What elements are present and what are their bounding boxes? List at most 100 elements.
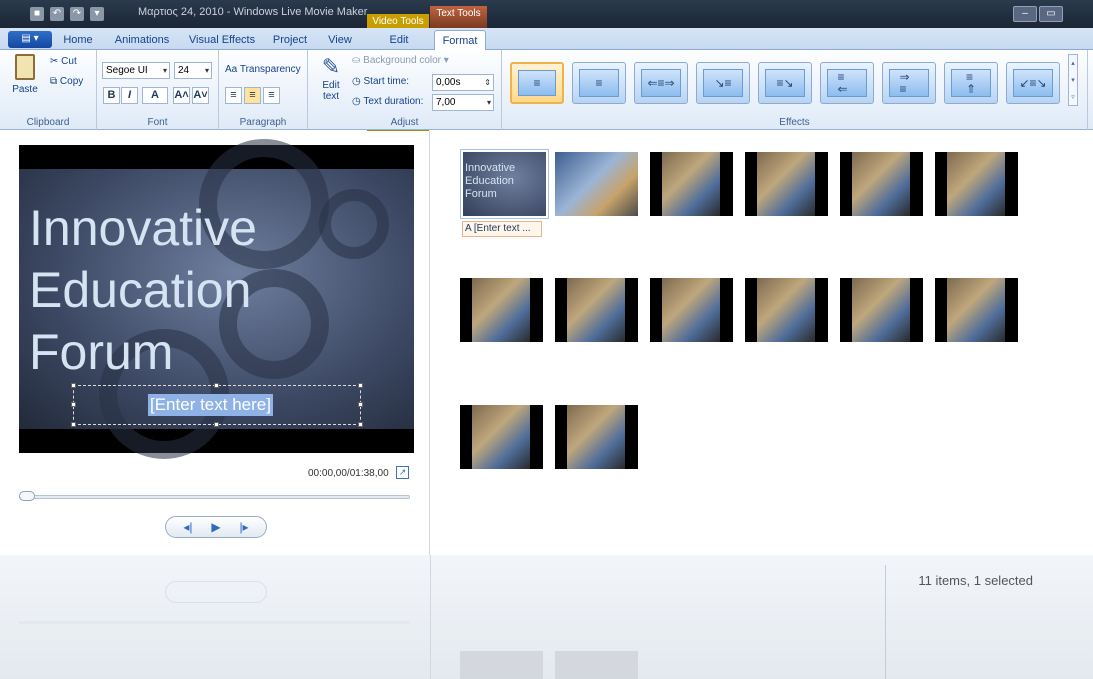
align-left-button[interactable]: ≡ xyxy=(225,87,242,104)
clipboard-group: Paste ✂ Cut ⧉ Copy Clipboard xyxy=(0,50,97,130)
clip-thumbnail[interactable] xyxy=(935,152,1018,216)
clip-thumbnail[interactable] xyxy=(650,152,733,216)
clip-image xyxy=(662,152,720,216)
paste-button[interactable]: Paste xyxy=(8,54,42,95)
redo-icon[interactable]: ↷ xyxy=(70,7,84,21)
text-duration-label-wrap: ◷ Text duration: xyxy=(352,96,423,107)
text-lines-icon: ≡ xyxy=(595,76,603,90)
effect-scroll-up[interactable]: ≡ ⇑ xyxy=(944,62,998,104)
swing-icon: ≡↘ xyxy=(776,76,794,90)
clip-thumbnail[interactable] xyxy=(745,152,828,216)
font-size-select[interactable]: 24 ▾ xyxy=(174,62,212,79)
clip-thumbnail[interactable] xyxy=(650,278,733,342)
clipboard-group-label: Clipboard xyxy=(26,117,70,128)
text-overlay-caption[interactable]: A [Enter text ... xyxy=(462,221,542,237)
paragraph-group-label: Paragraph xyxy=(239,117,287,128)
mirrored-seek xyxy=(19,621,410,624)
effect-stretch[interactable]: ⇐≡⇒ xyxy=(634,62,688,104)
clip-thumbnail[interactable]: Innovative Education Forum xyxy=(460,149,549,219)
clip-thumbnail-text: Innovative Education Forum xyxy=(465,162,516,200)
resize-handle[interactable] xyxy=(214,422,219,427)
font-color-button[interactable]: A xyxy=(142,87,168,104)
effect-scroll-right[interactable]: ⇒ ≡ xyxy=(882,62,936,104)
customize-icon[interactable]: ▾ xyxy=(90,7,104,21)
font-family-select[interactable]: Segoe UI ▾ xyxy=(102,62,170,79)
align-right-button[interactable]: ≡ xyxy=(263,87,280,104)
mirrored-controls xyxy=(165,581,267,603)
text-box-selection[interactable]: [Enter text here] xyxy=(71,383,363,427)
shrink-font-button[interactable]: A˅ xyxy=(192,87,209,104)
play-icon[interactable]: ▶ xyxy=(211,520,220,534)
effect-zoom[interactable]: ↙≡↘ xyxy=(1006,62,1060,104)
minimize-icon[interactable]: – xyxy=(1013,6,1037,22)
undo-icon[interactable]: ↶ xyxy=(50,7,64,21)
text-duration-value: 7,00 xyxy=(436,97,456,108)
clip-thumbnail[interactable] xyxy=(840,152,923,216)
align-right-icon: ≡ xyxy=(268,89,275,101)
effect-none[interactable]: ≡ xyxy=(510,62,564,104)
seek-bar[interactable] xyxy=(19,495,410,499)
app-menu-button[interactable]: ▤ ▾ xyxy=(8,31,52,48)
preview-monitor[interactable]: Innovative Education Forum [Enter text h… xyxy=(19,139,414,459)
align-left-icon: ≡ xyxy=(230,89,237,101)
save-icon[interactable]: ■ xyxy=(30,7,44,21)
status-divider xyxy=(885,565,886,679)
clip-image xyxy=(852,152,910,216)
previous-frame-icon[interactable]: ◂| xyxy=(183,520,192,534)
effect-preview: ≡ ⇑ xyxy=(951,69,991,97)
effect-swing[interactable]: ≡↘ xyxy=(758,62,812,104)
resize-handle[interactable] xyxy=(214,383,219,388)
background-color-button[interactable]: ⛀ Background color ▾ xyxy=(352,55,449,66)
clip-thumbnail[interactable] xyxy=(840,278,923,342)
scroll-left-icon: ≡ ⇐ xyxy=(837,70,848,96)
fullscreen-icon[interactable]: ↗ xyxy=(396,466,409,479)
next-frame-icon[interactable]: |▸ xyxy=(239,520,248,534)
tab-animations[interactable]: Animations xyxy=(108,30,176,50)
window-controls: – ▭ xyxy=(1013,6,1063,22)
clip-image xyxy=(947,278,1005,342)
resize-handle[interactable] xyxy=(71,422,76,427)
effect-fade[interactable]: ≡ xyxy=(572,62,626,104)
edit-text-button[interactable]: ✎ Edit text xyxy=(316,54,346,102)
paste-label: Paste xyxy=(12,84,38,95)
clip-thumbnail[interactable] xyxy=(935,278,1018,342)
seek-thumb[interactable] xyxy=(19,491,35,501)
grow-font-button[interactable]: A˄ xyxy=(173,87,190,104)
tab-edit[interactable]: Edit xyxy=(372,30,426,50)
tab-format[interactable]: Format xyxy=(434,30,486,51)
resize-handle[interactable] xyxy=(358,402,363,407)
font-group-label: Font xyxy=(147,117,168,128)
clip-thumbnail[interactable] xyxy=(555,278,638,342)
cut-button[interactable]: ✂ Cut xyxy=(50,56,77,67)
resize-handle[interactable] xyxy=(71,383,76,388)
tab-view[interactable]: View xyxy=(322,30,358,50)
effect-scroll-left[interactable]: ≡ ⇐ xyxy=(820,62,874,104)
effects-scroll[interactable]: ▴ ▾ ▿ xyxy=(1068,54,1078,106)
clip-thumbnail[interactable] xyxy=(555,405,638,469)
text-duration-select[interactable]: 7,00 ▾ xyxy=(432,94,494,111)
clip-thumbnail[interactable] xyxy=(460,278,543,342)
copy-button[interactable]: ⧉ Copy xyxy=(50,76,83,87)
caption-placeholder-text[interactable]: [Enter text here] xyxy=(148,394,273,416)
bold-button[interactable]: B xyxy=(103,87,120,104)
effect-fly-in[interactable]: ↘≡ xyxy=(696,62,750,104)
align-center-button[interactable]: ≡ xyxy=(244,87,261,104)
resize-handle[interactable] xyxy=(358,422,363,427)
italic-button[interactable]: I xyxy=(121,87,138,104)
start-time-label: Start time: xyxy=(363,76,410,87)
resize-handle[interactable] xyxy=(71,402,76,407)
tab-home[interactable]: Home xyxy=(60,30,96,50)
resize-handle[interactable] xyxy=(358,383,363,388)
clip-thumbnail[interactable] xyxy=(745,278,828,342)
tab-project[interactable]: Project xyxy=(268,30,312,50)
clip-image xyxy=(567,278,625,342)
maximize-icon[interactable]: ▭ xyxy=(1039,6,1063,22)
clip-image xyxy=(662,278,720,342)
font-family-value: Segoe UI xyxy=(106,65,148,76)
chevron-down-icon: ▾ xyxy=(204,66,209,75)
clip-thumbnail[interactable] xyxy=(460,405,543,469)
tab-visual-effects[interactable]: Visual Effects xyxy=(186,30,258,50)
transparency-button[interactable]: Aa Transparency xyxy=(225,64,301,75)
clip-thumbnail[interactable] xyxy=(555,152,638,216)
start-time-input[interactable]: 0,00s ⇕ xyxy=(432,74,494,91)
